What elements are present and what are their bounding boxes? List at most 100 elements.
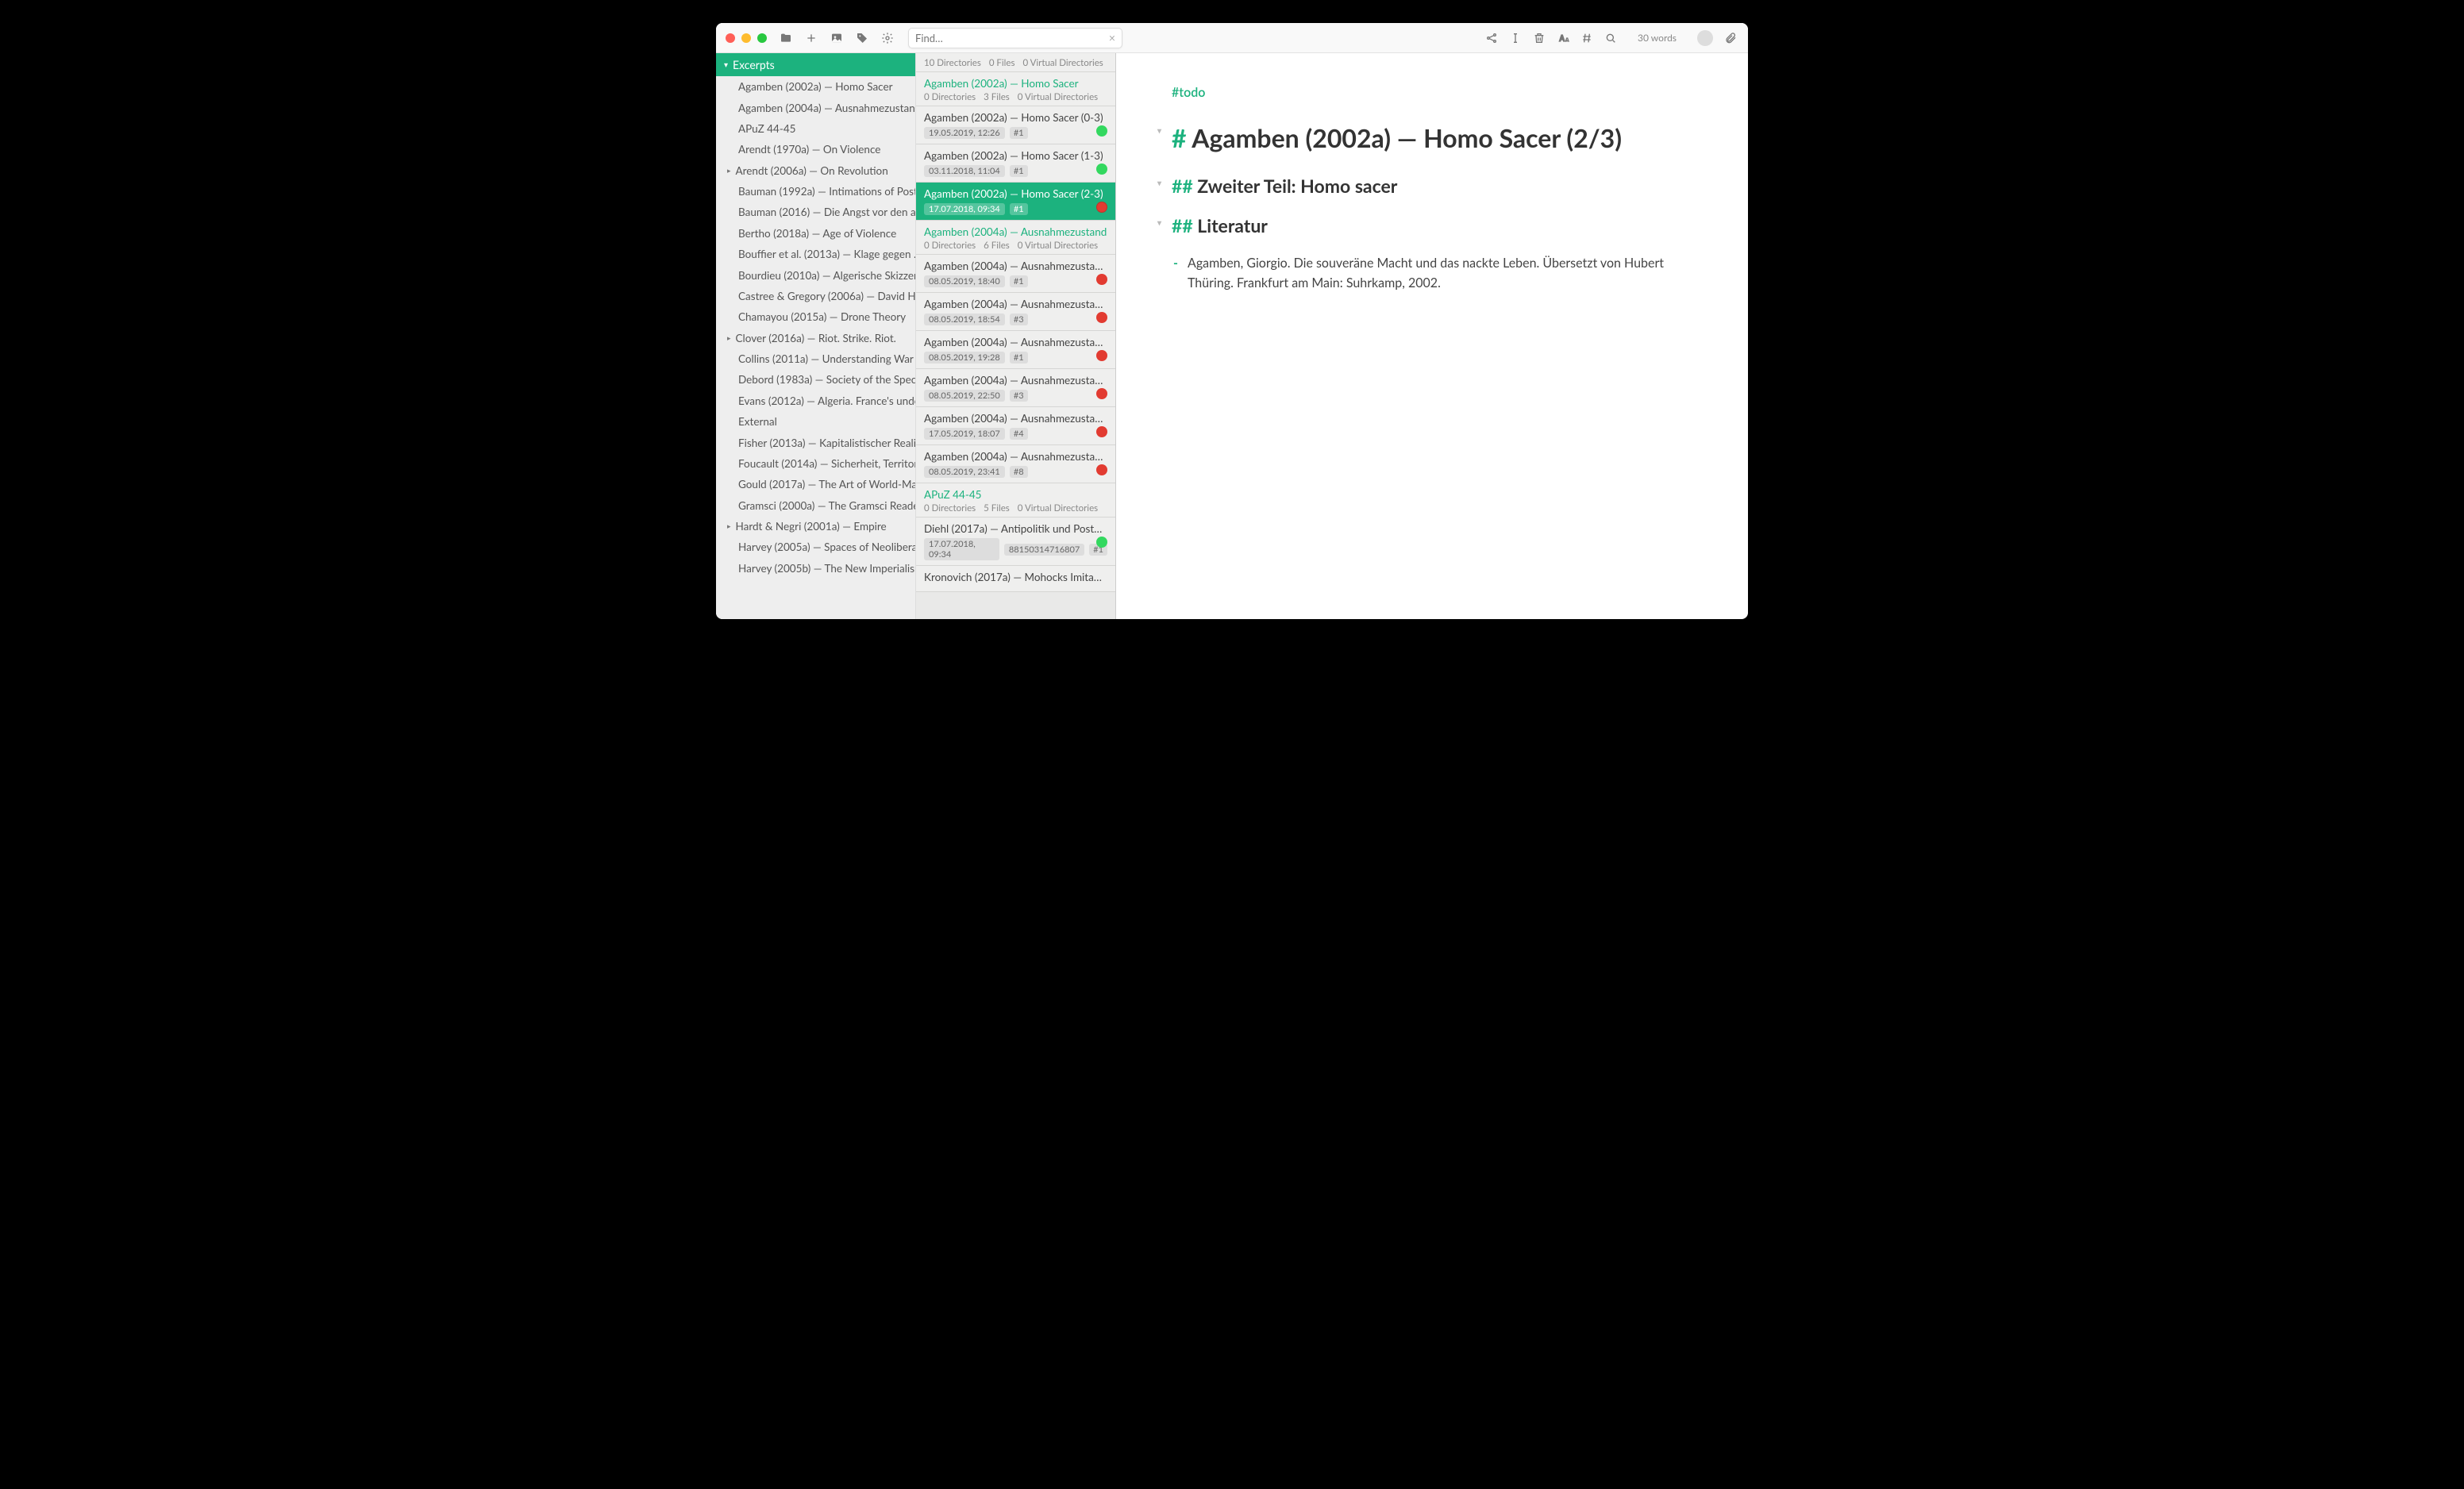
file-tag: #1	[1010, 203, 1028, 215]
tag-icon[interactable]	[851, 27, 873, 49]
file-meta: 17.07.2018, 09:34#1	[924, 203, 1107, 215]
file-list-item[interactable]: Agamben (2002a) — Homo Sacer (2-3)17.07.…	[916, 183, 1115, 221]
fold-icon[interactable]: ▾	[1157, 126, 1161, 137]
sidebar-item[interactable]: APuZ 44-45	[716, 118, 915, 139]
sidebar-item[interactable]: Bauman (2016) — Die Angst vor den andere…	[716, 202, 915, 222]
sidebar-item[interactable]: Bauman (1992a) — Intimations of Postmode…	[716, 181, 915, 202]
sidebar-item[interactable]: Bouffier et al. (2013a) — Klage gegen …	[716, 244, 915, 264]
zoom-window-button[interactable]	[757, 33, 767, 43]
trash-icon[interactable]	[1528, 27, 1550, 49]
file-date: 08.05.2019, 18:54	[924, 314, 1005, 325]
file-list-item[interactable]: Agamben (2002a) — Homo Sacer (0-3)19.05.…	[916, 106, 1115, 144]
search-input-wrap[interactable]: ×	[908, 28, 1122, 48]
share-icon[interactable]	[1480, 27, 1503, 49]
group-meta: 0 Directories6 Files0 Virtual Directorie…	[924, 240, 1107, 251]
file-list-item[interactable]: Diehl (2017a) — Antipolitik und Postmode…	[916, 517, 1115, 566]
file-title: Agamben (2004a) — Ausnahmezustand 3	[924, 336, 1107, 348]
sidebar-item[interactable]: Fisher (2013a) — Kapitalistischer Realis…	[716, 432, 915, 452]
file-list-item[interactable]: Agamben (2004a) — Ausnahmezustand 208.05…	[916, 293, 1115, 331]
word-count: 30 words	[1638, 32, 1677, 44]
file-meta: 03.11.2018, 11:04#1	[924, 165, 1107, 177]
file-list-group[interactable]: 10 Directories0 Files0 Virtual Directori…	[916, 53, 1115, 72]
sidebar-item[interactable]: Bourdieu (2010a) — Algerische Skizzen	[716, 264, 915, 285]
sidebar-item[interactable]: Gramsci (2000a) — The Gramsci Reader	[716, 495, 915, 516]
hash-icon[interactable]	[1576, 27, 1598, 49]
cursor-icon[interactable]	[1504, 27, 1527, 49]
file-list-item[interactable]: Agamben (2004a) — Ausnahmezustand 108.05…	[916, 255, 1115, 293]
file-list-item[interactable]: Agamben (2004a) — Ausnahmezustand 408.05…	[916, 369, 1115, 407]
file-tag: #8	[1010, 466, 1028, 478]
file-list-item[interactable]: Agamben (2002a) — Homo Sacer (1-3)03.11.…	[916, 144, 1115, 183]
attachment-icon[interactable]	[1719, 27, 1742, 49]
file-date: 08.05.2019, 19:28	[924, 352, 1005, 364]
group-meta: 0 Directories5 Files0 Virtual Directorie…	[924, 503, 1107, 514]
editor[interactable]: #todo ▾ # Agamben (2002a) — Homo Sacer (…	[1116, 53, 1748, 619]
file-list-item[interactable]: Agamben (2004a) — Ausnahmezustand 3 08.05…	[916, 331, 1115, 369]
group-meta: 10 Directories0 Files0 Virtual Directori…	[924, 58, 1107, 68]
sidebar-item[interactable]: ▸Clover (2016a) — Riot. Strike. Riot.	[716, 328, 915, 348]
clear-search-icon[interactable]: ×	[1109, 31, 1115, 44]
h2-marker: ##	[1172, 175, 1197, 197]
sidebar-item[interactable]: Agamben (2004a) — Ausnahmezustand	[716, 97, 915, 117]
group-meta: 0 Directories3 Files0 Virtual Directorie…	[924, 92, 1107, 102]
heading-2a[interactable]: ▾ ## Zweiter Teil: Homo sacer	[1172, 175, 1700, 197]
heading-1[interactable]: ▾ # Agamben (2002a) — Homo Sacer (2/3)	[1172, 122, 1700, 154]
file-title: Agamben (2004a) — Ausnahmezustand 6	[924, 450, 1107, 463]
sidebar-item[interactable]: Harvey (2005a) — Spaces of Neoliberaliza…	[716, 537, 915, 557]
image-icon[interactable]	[826, 27, 848, 49]
file-list-group[interactable]: Agamben (2002a) — Homo Sacer0 Directorie…	[916, 72, 1115, 106]
sidebar[interactable]: ▾ Excerpts Agamben (2002a) — Homo SacerA…	[716, 53, 916, 619]
file-title: Agamben (2004a) — Ausnahmezustand 5	[924, 412, 1107, 425]
sidebar-item[interactable]: Gould (2017a) — The Art of World-Making	[716, 474, 915, 494]
file-title: Diehl (2017a) — Antipolitik und Postmode…	[924, 522, 1107, 535]
gear-icon[interactable]	[876, 27, 899, 49]
file-list-group[interactable]: Agamben (2004a) — Ausnahmezustand0 Direc…	[916, 221, 1115, 255]
search-icon[interactable]	[1600, 27, 1622, 49]
search-input[interactable]	[915, 32, 1109, 44]
heading-2b[interactable]: ▾ ## Literatur	[1172, 214, 1700, 237]
file-date: 17.05.2019, 18:07	[924, 428, 1005, 440]
file-list-item[interactable]: Kronovich (2017a) — Mohocks Imitation	[916, 566, 1115, 592]
sidebar-header[interactable]: ▾ Excerpts	[716, 53, 915, 76]
file-tag: #1	[1010, 127, 1028, 139]
sidebar-item[interactable]: Chamayou (2015a) — Drone Theory	[716, 306, 915, 327]
status-dot	[1096, 274, 1107, 285]
file-list-item[interactable]: Agamben (2004a) — Ausnahmezustand 608.05…	[916, 445, 1115, 483]
sidebar-item-label: Foucault (2014a) — Sicherheit, Territori…	[738, 457, 915, 470]
fold-icon[interactable]: ▾	[1157, 218, 1161, 228]
file-title: Agamben (2004a) — Ausnahmezustand 1	[924, 260, 1107, 272]
sidebar-item[interactable]: Bertho (2018a) — Age of Violence	[716, 223, 915, 244]
status-dot	[1096, 464, 1107, 475]
file-list-item[interactable]: Agamben (2004a) — Ausnahmezustand 5 17.05…	[916, 407, 1115, 445]
sidebar-item[interactable]: Debord (1983a) — Society of the Spectacl…	[716, 369, 915, 390]
sidebar-item[interactable]: Harvey (2005b) — The New Imperialism	[716, 558, 915, 579]
fold-icon[interactable]: ▾	[1157, 179, 1161, 188]
sidebar-item-label: Arendt (1970a) — On Violence	[738, 143, 880, 156]
folder-icon[interactable]	[775, 27, 797, 49]
sidebar-item[interactable]: Foucault (2014a) — Sicherheit, Territori…	[716, 453, 915, 474]
list-item[interactable]: Agamben, Giorgio. Die souveräne Macht un…	[1188, 254, 1700, 294]
chevron-down-icon: ▾	[724, 60, 728, 70]
sidebar-item[interactable]: Collins (2011a) — Understanding War	[716, 348, 915, 369]
sidebar-item[interactable]: Agamben (2002a) — Homo Sacer	[716, 76, 915, 97]
sidebar-item[interactable]: Arendt (1970a) — On Violence	[716, 139, 915, 160]
todo-tag[interactable]: #todo	[1172, 85, 1700, 100]
sidebar-item[interactable]: External	[716, 411, 915, 432]
sidebar-item-label: Gould (2017a) — The Art of World-Making	[738, 478, 915, 491]
file-list-group[interactable]: APuZ 44-450 Directories5 Files0 Virtual …	[916, 483, 1115, 517]
h2a-text: Zweiter Teil: Homo sacer	[1197, 175, 1397, 197]
app-window: × 30 words ▾ Excerpts Agamben (2002a) — …	[716, 23, 1748, 619]
minimize-window-button[interactable]	[741, 33, 751, 43]
plus-icon[interactable]	[800, 27, 822, 49]
sidebar-item[interactable]: Castree & Gregory (2006a) — David Harvey	[716, 286, 915, 306]
status-dot	[1096, 125, 1107, 137]
sidebar-item[interactable]: ▸Hardt & Negri (2001a) — Empire	[716, 516, 915, 537]
status-dot	[1096, 312, 1107, 323]
avatar[interactable]	[1697, 30, 1713, 46]
font-icon[interactable]	[1552, 27, 1574, 49]
file-list[interactable]: 10 Directories0 Files0 Virtual Directori…	[916, 53, 1116, 619]
file-date: 03.11.2018, 11:04	[924, 165, 1005, 177]
sidebar-item[interactable]: ▸Arendt (2006a) — On Revolution	[716, 160, 915, 181]
sidebar-item[interactable]: Evans (2012a) — Algeria. France's undecl…	[716, 391, 915, 411]
close-window-button[interactable]	[726, 33, 735, 43]
